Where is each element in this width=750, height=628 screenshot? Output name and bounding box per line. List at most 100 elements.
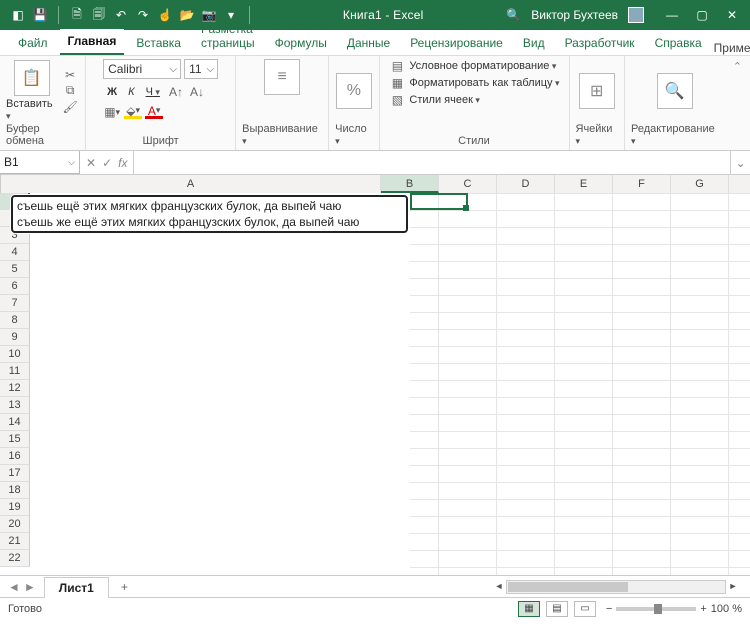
tab-formulas[interactable]: Формулы <box>267 31 335 55</box>
cancel-formula-icon[interactable]: ✕ <box>86 156 96 170</box>
tab-page-layout[interactable]: Разметка страницы <box>193 17 263 55</box>
row-header-12[interactable]: 12 <box>0 380 30 397</box>
column-header-g[interactable]: G <box>671 175 729 193</box>
fx-icon[interactable]: fx <box>118 156 127 170</box>
copy-icon[interactable]: ⧉ <box>61 84 79 98</box>
redo-icon[interactable]: ↷ <box>135 7 151 23</box>
tab-data[interactable]: Данные <box>339 31 398 55</box>
row-header-20[interactable]: 20 <box>0 516 30 533</box>
expand-formula-bar-icon[interactable]: ⌄ <box>730 151 750 174</box>
row-header-5[interactable]: 5 <box>0 261 30 278</box>
touch-mode-icon[interactable]: ☝ <box>157 7 173 23</box>
row-header-21[interactable]: 21 <box>0 533 30 550</box>
column-header-f[interactable]: F <box>613 175 671 193</box>
save-all-icon[interactable]: 🗐 <box>91 7 107 23</box>
row-header-10[interactable]: 10 <box>0 346 30 363</box>
minimize-button[interactable]: — <box>664 7 680 23</box>
sheet-nav-prev-icon[interactable]: ◄ <box>8 580 20 594</box>
group-label-number[interactable]: Число <box>335 122 372 148</box>
bold-button[interactable]: Ж <box>103 83 121 101</box>
column-header-c[interactable]: C <box>439 175 497 193</box>
save-as-icon[interactable]: 🗎 <box>69 7 85 23</box>
format-painter-icon[interactable]: 🖌 <box>61 100 79 114</box>
italic-button[interactable]: К <box>124 83 138 101</box>
maximize-button[interactable]: ▢ <box>694 7 710 23</box>
tab-insert[interactable]: Вставка <box>128 31 189 55</box>
row-header-7[interactable]: 7 <box>0 295 30 312</box>
tab-home[interactable]: Главная <box>60 29 125 55</box>
zoom-in-button[interactable]: + <box>700 603 706 615</box>
page-layout-view-icon[interactable]: ▤ <box>546 601 568 617</box>
cells-icon[interactable]: ⊞ <box>579 73 615 109</box>
zoom-slider[interactable] <box>616 607 696 611</box>
column-header-d[interactable]: D <box>497 175 555 193</box>
spreadsheet-grid[interactable]: ABCDEFGH 1234567891011121314151617181920… <box>0 175 750 575</box>
font-color-icon[interactable]: A <box>145 105 163 119</box>
column-header-a[interactable]: A <box>1 175 381 193</box>
save-icon[interactable]: 💾 <box>32 7 48 23</box>
row-header-9[interactable]: 9 <box>0 329 30 346</box>
scrollbar-thumb[interactable] <box>508 582 628 592</box>
row-header-17[interactable]: 17 <box>0 465 30 482</box>
paste-icon[interactable]: 📋 <box>14 60 50 96</box>
row-header-11[interactable]: 11 <box>0 363 30 380</box>
column-header-b[interactable]: B <box>381 175 439 193</box>
tab-review[interactable]: Рецензирование <box>402 31 511 55</box>
normal-view-icon[interactable]: ▦ <box>518 601 540 617</box>
tab-developer[interactable]: Разработчик <box>557 31 643 55</box>
underline-button[interactable]: Ч <box>142 83 164 101</box>
horizontal-scrollbar[interactable]: ◄ ► <box>506 580 726 594</box>
close-button[interactable]: ✕ <box>724 7 740 23</box>
sheet-nav-next-icon[interactable]: ► <box>24 580 36 594</box>
autosave-icon[interactable]: ◧ <box>10 7 26 23</box>
add-sheet-button[interactable]: + <box>109 580 140 594</box>
borders-icon[interactable]: ▦ <box>103 105 121 119</box>
tab-view[interactable]: Вид <box>515 31 553 55</box>
active-cell[interactable] <box>410 193 468 210</box>
undo-icon[interactable]: ↶ <box>113 7 129 23</box>
zoom-level[interactable]: 100 % <box>711 603 742 615</box>
row-header-15[interactable]: 15 <box>0 431 30 448</box>
paste-button[interactable]: Вставить <box>6 98 57 122</box>
collapse-ribbon-icon[interactable]: ⌃ <box>725 56 750 150</box>
alignment-icon[interactable]: ≡ <box>264 59 300 95</box>
row-header-19[interactable]: 19 <box>0 499 30 516</box>
row-header-16[interactable]: 16 <box>0 448 30 465</box>
comments-button[interactable]: Примечания <box>714 41 750 55</box>
row-header-18[interactable]: 18 <box>0 482 30 499</box>
name-box[interactable]: B1⌵ <box>0 151 80 174</box>
scroll-right-icon[interactable]: ► <box>726 581 740 593</box>
page-break-view-icon[interactable]: ▭ <box>574 601 596 617</box>
fill-color-icon[interactable]: ⬙ <box>124 105 142 119</box>
number-format-icon[interactable]: % <box>336 73 372 109</box>
select-all-button[interactable] <box>0 175 1 192</box>
format-as-table-button[interactable]: Форматировать как таблицу <box>409 77 559 89</box>
column-header-e[interactable]: E <box>555 175 613 193</box>
user-avatar-icon[interactable] <box>628 7 644 23</box>
tab-file[interactable]: Файл <box>10 31 56 55</box>
sheet-tab[interactable]: Лист1 <box>44 577 109 598</box>
cut-icon[interactable]: ✂ <box>61 68 79 82</box>
row-header-6[interactable]: 6 <box>0 278 30 295</box>
group-label-alignment[interactable]: Выравнивание <box>242 122 322 148</box>
row-header-13[interactable]: 13 <box>0 397 30 414</box>
enter-formula-icon[interactable]: ✓ <box>102 156 112 170</box>
cell-styles-button[interactable]: Стили ячеек <box>409 94 480 106</box>
tab-help[interactable]: Справка <box>647 31 710 55</box>
decrease-font-icon[interactable]: A↓ <box>188 85 206 99</box>
editing-icon[interactable]: 🔍 <box>657 73 693 109</box>
group-label-editing[interactable]: Редактирование <box>631 122 719 148</box>
font-name-select[interactable]: Calibri <box>103 59 181 79</box>
row-header-8[interactable]: 8 <box>0 312 30 329</box>
search-icon[interactable]: 🔍 <box>506 8 521 22</box>
row-header-22[interactable]: 22 <box>0 550 30 567</box>
zoom-out-button[interactable]: − <box>606 603 612 615</box>
scroll-left-icon[interactable]: ◄ <box>492 581 506 593</box>
row-header-4[interactable]: 4 <box>0 244 30 261</box>
increase-font-icon[interactable]: A↑ <box>167 85 185 99</box>
user-name[interactable]: Виктор Бухтеев <box>531 8 618 22</box>
group-label-cells[interactable]: Ячейки <box>576 122 618 148</box>
font-size-select[interactable]: 11 <box>184 59 218 79</box>
conditional-formatting-button[interactable]: Условное форматирование <box>409 60 556 72</box>
column-header-h[interactable]: H <box>729 175 750 193</box>
